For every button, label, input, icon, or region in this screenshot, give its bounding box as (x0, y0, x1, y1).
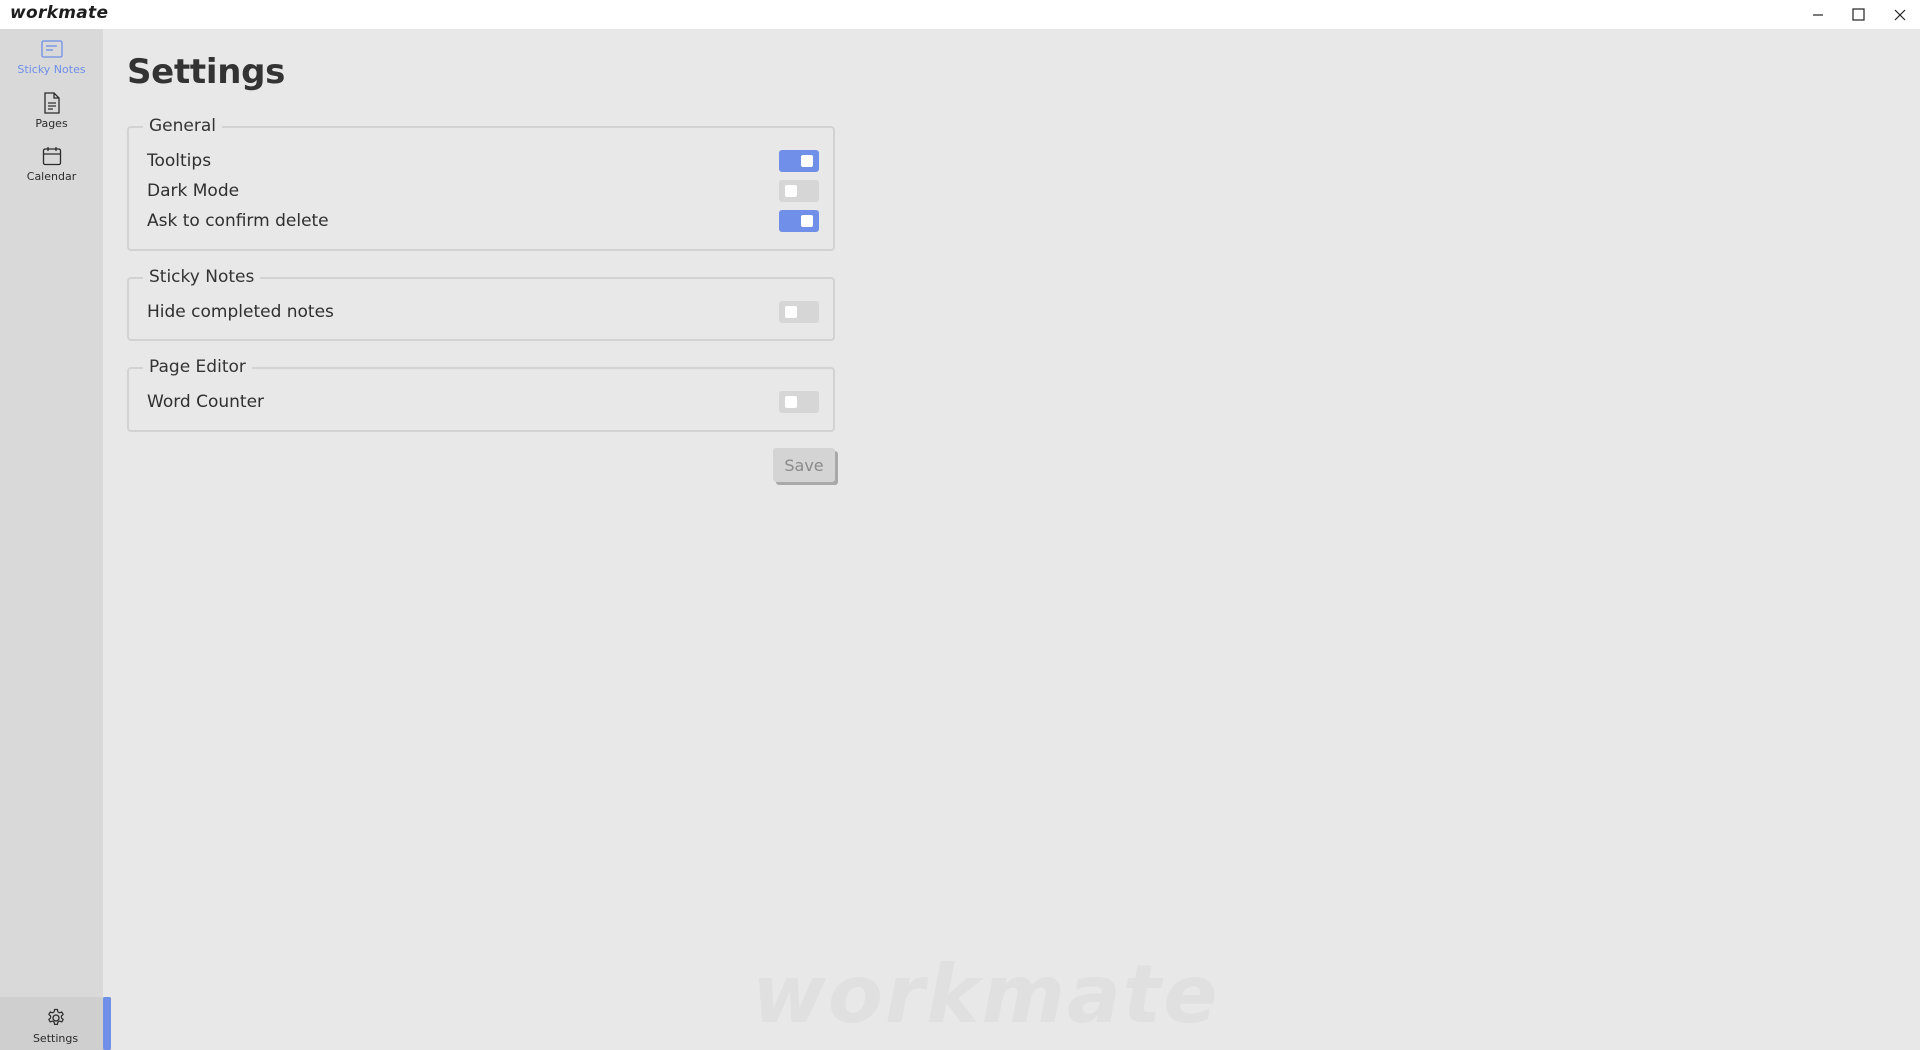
watermark-logo: workmate (752, 948, 1220, 1041)
settings-group-general: General Tooltips Dark Mode Ask to confir… (127, 115, 835, 251)
group-legend: General (143, 115, 222, 137)
close-icon (1894, 9, 1905, 20)
sidebar-item-label: Pages (35, 117, 68, 130)
setting-label: Ask to confirm delete (147, 211, 329, 231)
toggle-knob (785, 306, 797, 318)
toggle-knob (785, 396, 797, 408)
setting-row-word-counter: Word Counter (147, 389, 819, 415)
sidebar: Sticky Notes Pages Calendar Settings (0, 29, 111, 1050)
minimize-button[interactable] (1797, 0, 1838, 29)
page-title: Settings (127, 52, 286, 92)
group-legend: Sticky Notes (143, 266, 261, 288)
setting-row-tooltips: Tooltips (147, 148, 819, 174)
sidebar-item-label: Sticky Notes (17, 63, 86, 76)
sidebar-item-calendar[interactable]: Calendar (0, 136, 103, 188)
sidebar-item-label: Settings (32, 1032, 79, 1045)
calendar-icon (40, 144, 64, 168)
setting-row-hide-completed: Hide completed notes (147, 299, 819, 325)
maximize-icon (1852, 8, 1865, 21)
save-button[interactable]: Save (773, 448, 835, 482)
maximize-button[interactable] (1838, 0, 1879, 29)
setting-label: Word Counter (147, 392, 265, 412)
active-indicator (103, 997, 111, 1050)
group-legend: Page Editor (143, 356, 252, 378)
setting-label: Hide completed notes (147, 302, 334, 322)
settings-group-page-editor: Page Editor Word Counter (127, 356, 835, 432)
sidebar-item-pages[interactable]: Pages (0, 83, 103, 135)
setting-label: Dark Mode (147, 181, 240, 201)
setting-row-dark-mode: Dark Mode (147, 178, 819, 204)
gear-icon (44, 1006, 68, 1030)
sidebar-item-label: Calendar (26, 170, 77, 183)
setting-label: Tooltips (147, 151, 212, 171)
sticky-notes-icon (40, 37, 64, 61)
hide-completed-notes-toggle[interactable] (779, 301, 819, 323)
word-counter-toggle[interactable] (779, 391, 819, 413)
dark-mode-toggle[interactable] (779, 180, 819, 202)
setting-row-confirm-delete: Ask to confirm delete (147, 208, 819, 234)
page-icon (40, 91, 64, 115)
minimize-icon (1812, 13, 1823, 16)
confirm-delete-toggle[interactable] (779, 210, 819, 232)
title-bar: workmate (0, 0, 1920, 29)
sidebar-item-settings[interactable]: Settings (0, 997, 111, 1050)
close-button[interactable] (1879, 0, 1920, 29)
toggle-knob (801, 215, 813, 227)
toggle-knob (801, 155, 813, 167)
sidebar-item-sticky-notes[interactable]: Sticky Notes (0, 29, 103, 81)
toggle-knob (785, 185, 797, 197)
tooltips-toggle[interactable] (779, 150, 819, 172)
window-controls (1797, 0, 1920, 29)
app-title: workmate (10, 3, 109, 23)
settings-group-sticky-notes: Sticky Notes Hide completed notes (127, 266, 835, 341)
